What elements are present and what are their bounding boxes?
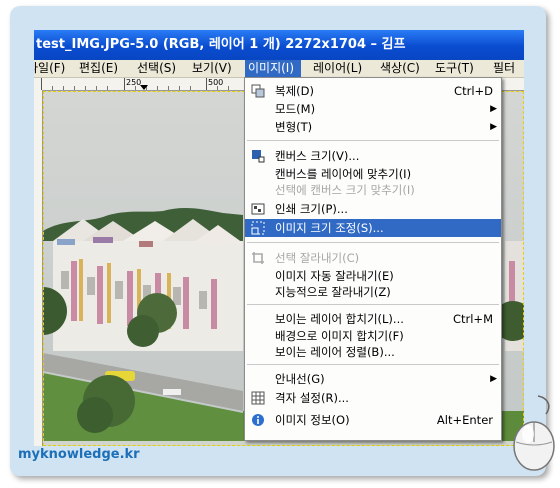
ruler-label-500: 500 [208, 78, 224, 87]
menu-item-merge-visible[interactable]: 보이는 레이어 합치기(L)... Ctrl+M [245, 310, 501, 328]
menu-item-scale-image[interactable]: 이미지 크기 조정(S)... [245, 219, 501, 237]
site-brand: myknowledge.kr [18, 447, 140, 462]
decorative-frame: test_IMG.JPG-5.0 (RGB, 레이어 1 개) 2272x170… [10, 6, 546, 476]
menu-item-configure-grid[interactable]: 격자 설정(R)... [245, 389, 501, 407]
window-title: test_IMG.JPG-5.0 (RGB, 레이어 1 개) 2272x170… [34, 30, 524, 60]
menu-item-guides[interactable]: 안내선(G) ▶ [245, 370, 501, 388]
gimp-window: test_IMG.JPG-5.0 (RGB, 레이어 1 개) 2272x170… [34, 30, 524, 446]
menu-item-transform[interactable]: 변형(T) ▶ [245, 118, 501, 136]
menu-item-canvas-size[interactable]: 캔버스 크기(V)... [245, 147, 501, 165]
menu-image[interactable]: 이미지(I) [245, 60, 301, 77]
ruler-pointer-icon [140, 85, 148, 90]
menu-item-duplicate[interactable]: 복제(D) Ctrl+D [245, 82, 501, 100]
menu-filters[interactable]: 필터 [490, 60, 518, 77]
menu-bar: 파일(F) 편집(E) 선택(S) 보기(V) 이미지(I) 레이어(L) 색상… [34, 60, 524, 78]
menu-item-canvas-to-selection[interactable]: 선택에 캔버스 크기 맞추기(I) [245, 181, 501, 199]
menu-edit[interactable]: 편집(E) [76, 60, 121, 77]
print-size-icon [251, 203, 265, 215]
scale-image-icon [251, 221, 265, 235]
crop-icon [252, 252, 264, 264]
menu-item-image-properties[interactable]: 이미지 정보(O) Alt+Enter [245, 411, 501, 429]
menu-colors[interactable]: 색상(C) [377, 60, 423, 77]
menu-view[interactable]: 보기(V) [189, 60, 235, 77]
menu-tools[interactable]: 도구(T) [432, 60, 477, 77]
menu-item-align-visible[interactable]: 보이는 레이어 정렬(B)... [245, 343, 501, 361]
menu-item-zealous-crop[interactable]: 지능적으로 잘라내기(Z) [245, 283, 501, 301]
grid-icon [251, 391, 265, 405]
canvas-size-icon [252, 150, 265, 163]
duplicate-icon [251, 84, 265, 98]
ruler-label-250: 250 [126, 78, 142, 87]
menu-item-mode[interactable]: 모드(M) ▶ [245, 100, 501, 118]
submenu-arrow-icon: ▶ [490, 122, 497, 132]
vertical-ruler [34, 90, 43, 446]
menu-separator [247, 140, 499, 141]
menu-select[interactable]: 선택(S) [134, 60, 179, 77]
menu-separator [247, 364, 499, 365]
menu-file[interactable]: 파일(F) [34, 60, 68, 77]
info-icon [252, 414, 264, 426]
image-menu-dropdown: 복제(D) Ctrl+D 모드(M) ▶ 변형(T) ▶ 캔버스 크기(V)..… [244, 77, 502, 441]
menu-item-crop-selection[interactable]: 선택 잘라내기(C) [245, 249, 501, 267]
menu-item-print-size[interactable]: 인쇄 크기(P)... [245, 200, 501, 218]
menu-separator [247, 242, 499, 243]
mouse-icon [513, 395, 555, 471]
submenu-arrow-icon: ▶ [490, 104, 497, 114]
submenu-arrow-icon: ▶ [490, 374, 497, 384]
menu-separator [247, 304, 499, 305]
menu-layer[interactable]: 레이어(L) [310, 60, 365, 77]
